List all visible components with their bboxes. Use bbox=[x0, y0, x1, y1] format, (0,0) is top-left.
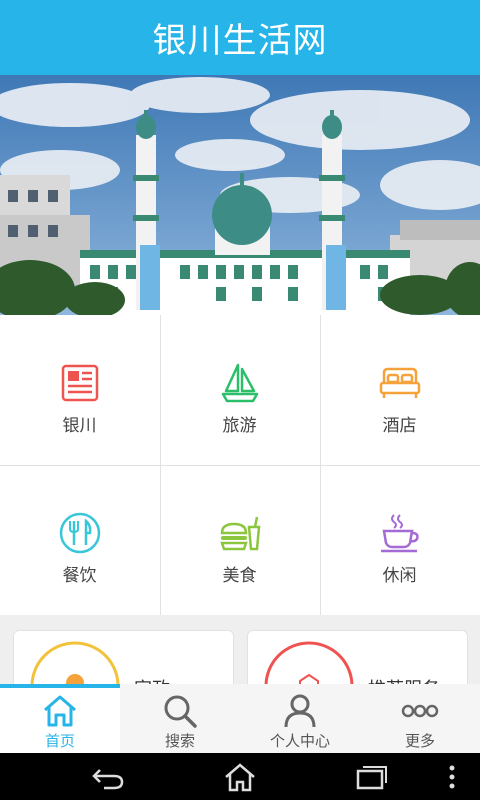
overflow-dots-icon bbox=[449, 765, 455, 789]
search-icon bbox=[164, 695, 197, 728]
overflow-menu-button[interactable] bbox=[424, 759, 480, 795]
app-title-bar: 银川生活网 bbox=[0, 0, 480, 75]
banner-image[interactable] bbox=[0, 75, 480, 315]
card-recommend[interactable]: 推荐服务 bbox=[247, 630, 468, 685]
category-grid: 银川 旅游 酒店 餐饮 美食 休闲 bbox=[0, 315, 480, 615]
coffee-cup-icon bbox=[380, 514, 419, 553]
card-housekeeping[interactable]: 家政 bbox=[13, 630, 234, 685]
tab-home[interactable]: 首页 bbox=[0, 684, 120, 753]
tab-label: 首页 bbox=[44, 732, 75, 750]
grid-item-label: 休闲 bbox=[382, 566, 417, 586]
recent-apps-icon bbox=[356, 766, 387, 790]
tab-more[interactable]: 更多 bbox=[360, 684, 480, 753]
tab-label: 个人中心 bbox=[269, 732, 330, 750]
fork-knife-icon bbox=[59, 512, 100, 554]
recent-apps-button[interactable] bbox=[342, 759, 402, 795]
service-cards: 家政 推荐服务 bbox=[0, 615, 480, 685]
grid-item-label: 银川 bbox=[62, 416, 97, 436]
active-tab-indicator bbox=[0, 684, 120, 688]
back-button[interactable] bbox=[78, 759, 138, 795]
bottom-tab-bar: 首页 搜索 个人中心 更多 bbox=[0, 684, 480, 753]
grid-item-label: 旅游 bbox=[222, 416, 257, 436]
tab-label: 更多 bbox=[404, 732, 435, 750]
more-icon bbox=[401, 704, 439, 718]
grid-item-travel[interactable]: 旅游 bbox=[160, 315, 319, 464]
tab-profile[interactable]: 个人中心 bbox=[240, 684, 360, 753]
bed-icon bbox=[379, 367, 420, 398]
grid-item-yinchuan[interactable]: 银川 bbox=[0, 315, 159, 464]
newspaper-icon bbox=[61, 364, 98, 402]
grid-item-label: 美食 bbox=[222, 566, 257, 586]
grid-item-food[interactable]: 美食 bbox=[160, 465, 319, 614]
system-navigation-bar bbox=[0, 753, 480, 800]
burger-drink-icon bbox=[219, 516, 260, 551]
tab-search[interactable]: 搜索 bbox=[120, 684, 240, 753]
app-title: 银川生活网 bbox=[152, 21, 328, 61]
home-button[interactable] bbox=[210, 759, 270, 795]
grid-item-hotel[interactable]: 酒店 bbox=[320, 315, 479, 464]
user-icon bbox=[284, 694, 316, 728]
grid-item-label: 餐饮 bbox=[62, 566, 97, 586]
home-icon bbox=[44, 695, 76, 727]
recommend-icon bbox=[264, 641, 354, 685]
grid-item-dining[interactable]: 餐饮 bbox=[0, 465, 159, 614]
back-arrow-icon bbox=[92, 769, 124, 790]
housekeeping-icon bbox=[30, 641, 120, 685]
tab-label: 搜索 bbox=[164, 732, 195, 750]
grid-item-label: 酒店 bbox=[382, 416, 417, 436]
home-outline-icon bbox=[225, 763, 255, 792]
grid-item-leisure[interactable]: 休闲 bbox=[320, 465, 479, 614]
sailboat-icon bbox=[221, 363, 258, 403]
